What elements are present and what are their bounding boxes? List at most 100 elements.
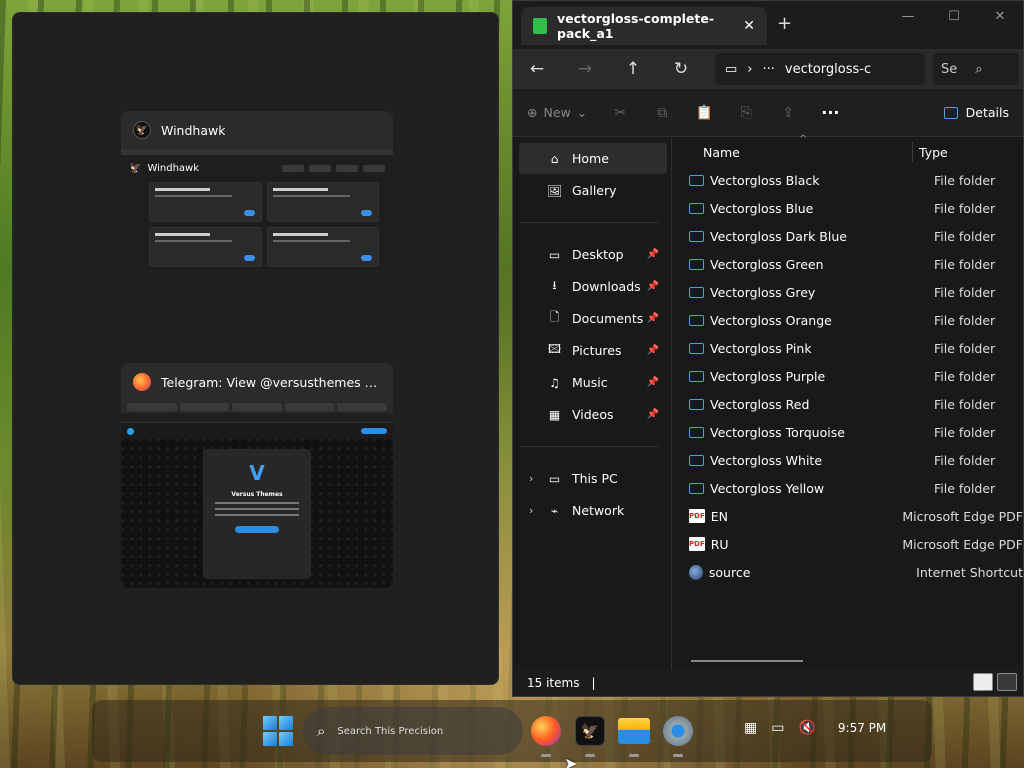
pin-icon: 📌 [646, 409, 659, 420]
file-row[interactable]: Vectorgloss Green File folder [689, 250, 1023, 278]
new-button[interactable]: ⊕ New ⌄ [527, 105, 587, 120]
file-explorer-icon [618, 718, 650, 744]
sidebar-item-this-pc[interactable]: › ▭ This PC [519, 463, 667, 494]
search-icon: ⌕ [317, 722, 326, 740]
sidebar-item-gallery[interactable]: 🖼 Gallery [519, 175, 667, 206]
taskbar-windhawk[interactable]: 🦅 [572, 713, 608, 757]
file-name: Vectorgloss Blue [710, 200, 814, 216]
sidebar-divider [521, 446, 659, 447]
network-icon: ⌁ [550, 503, 559, 518]
tiles-view-button[interactable] [997, 673, 1017, 691]
refresh-button[interactable]: ↻ [657, 59, 705, 79]
paste-icon[interactable]: 📋 [695, 105, 713, 121]
file-row[interactable]: Vectorgloss Black File folder [689, 166, 1023, 194]
file-explorer-window: vectorgloss-complete-pack_a1 ✕ + — ☐ ✕ ←… [512, 0, 1024, 697]
sidebar-item-label: Music [572, 375, 608, 390]
document-icon: 🗋 [549, 310, 560, 324]
preview-channel-name: Versus Themes [231, 491, 283, 498]
sidebar-item-network[interactable]: › ⌁ Network [519, 495, 667, 526]
file-row[interactable]: Vectorgloss White File folder [689, 446, 1023, 474]
search-box[interactable]: Se ⌕ [933, 53, 1019, 85]
back-button[interactable]: ← [513, 59, 561, 79]
sidebar-item-documents[interactable]: 🗋 Documents 📌 [519, 303, 667, 334]
minimize-button[interactable]: — [885, 1, 931, 31]
details-view-button[interactable] [973, 673, 993, 691]
qr-code-icon[interactable]: ▦ [744, 720, 757, 736]
preview-logo-icon: 🦅 [129, 163, 142, 174]
taskbar-file-explorer[interactable] [616, 713, 652, 757]
more-options-button[interactable]: ··· [821, 103, 839, 122]
explorer-tab[interactable]: vectorgloss-complete-pack_a1 ✕ [521, 7, 767, 45]
file-row[interactable]: Vectorgloss Grey File folder [689, 278, 1023, 306]
share-icon[interactable]: ⇪ [779, 105, 797, 121]
details-pane-icon [943, 106, 958, 119]
preview-text-line [215, 508, 299, 510]
sort-ascending-icon: ^ [799, 134, 808, 145]
file-row[interactable]: Vectorgloss Orange File folder [689, 306, 1023, 334]
settings-icon [663, 716, 693, 746]
taskbar-firefox[interactable] [528, 713, 564, 757]
rename-icon[interactable]: ⎘ [737, 105, 755, 121]
column-header-name[interactable]: Name [703, 145, 740, 160]
file-row[interactable]: PDF RU Microsoft Edge PDF [689, 530, 1023, 558]
plus-circle-icon: ⊕ [527, 105, 538, 120]
file-row[interactable]: source Internet Shortcut [689, 558, 1023, 586]
new-label: New [543, 105, 571, 120]
preview-browser-tabs [121, 401, 393, 413]
cut-icon[interactable]: ✂ [611, 105, 629, 121]
sidebar-item-pictures[interactable]: 🖾 Pictures 📌 [519, 335, 667, 366]
file-type: File folder [934, 396, 996, 412]
pin-icon: 📌 [646, 345, 659, 356]
chevron-right-icon[interactable]: › [529, 472, 533, 485]
clock[interactable]: 9:57 PM [838, 721, 886, 735]
forward-button[interactable]: → [561, 59, 609, 79]
maximize-button[interactable]: ☐ [931, 1, 977, 31]
column-divider[interactable] [912, 142, 913, 162]
volume-muted-icon[interactable]: 🔇 [798, 720, 815, 736]
column-header-row: ^ Name Type [673, 134, 1023, 166]
sidebar-item-videos[interactable]: ▦ Videos 📌 [519, 399, 667, 430]
file-row[interactable]: PDF EN Microsoft Edge PDF [689, 502, 1023, 530]
close-tab-icon[interactable]: ✕ [743, 18, 755, 34]
ellipsis-icon[interactable]: ··· [763, 62, 775, 77]
address-bar[interactable]: ▭ › ··· vectorgloss-c [715, 53, 925, 85]
taskbar-search-box[interactable]: ⌕ Search This Precision [303, 707, 523, 755]
folder-icon [689, 202, 704, 214]
details-pane-button[interactable]: Details [943, 105, 1009, 120]
display-icon[interactable]: ▭ [771, 720, 784, 736]
new-tab-button[interactable]: + [777, 13, 792, 34]
file-row[interactable]: Vectorgloss Purple File folder [689, 362, 1023, 390]
close-window-button[interactable]: ✕ [977, 1, 1023, 31]
taskbar-settings[interactable] [660, 713, 696, 757]
file-type: Internet Shortcut [916, 564, 1023, 580]
column-header-type[interactable]: Type [919, 145, 948, 160]
copy-icon[interactable]: ⧉ [653, 105, 671, 121]
details-label: Details [965, 105, 1009, 120]
file-type: Microsoft Edge PDF [902, 508, 1023, 524]
sidebar-item-music[interactable]: ♫ Music 📌 [519, 367, 667, 398]
explorer-content: ⌂ Home 🖼 Gallery ▭ Desktop 📌 ⭳ Downloads… [513, 134, 1023, 670]
sidebar-item-home[interactable]: ⌂ Home [519, 143, 667, 174]
internet-shortcut-icon [689, 564, 703, 580]
file-row[interactable]: Vectorgloss Red File folder [689, 390, 1023, 418]
file-row[interactable]: Vectorgloss Torquoise File folder [689, 418, 1023, 446]
windhawk-thumbnail[interactable]: 🦅 Windhawk 🦅 Windhawk [121, 111, 393, 269]
chevron-down-icon: ⌄ [576, 105, 588, 120]
start-button[interactable] [263, 716, 293, 746]
file-row[interactable]: Vectorgloss Yellow File folder [689, 474, 1023, 502]
file-row[interactable]: Vectorgloss Dark Blue File folder [689, 222, 1023, 250]
file-name: Vectorgloss Red [710, 396, 810, 412]
file-row[interactable]: Vectorgloss Pink File folder [689, 334, 1023, 362]
file-row[interactable]: Vectorgloss Blue File folder [689, 194, 1023, 222]
up-button[interactable]: ↑ [609, 59, 657, 79]
sidebar-item-downloads[interactable]: ⭳ Downloads 📌 [519, 271, 667, 302]
sidebar-item-desktop[interactable]: ▭ Desktop 📌 [519, 239, 667, 270]
telegram-firefox-thumbnail[interactable]: Telegram: View @versusthemes — Mozi... V… [121, 363, 393, 588]
horizontal-scrollbar[interactable] [691, 660, 803, 662]
sidebar-item-label: Documents [572, 311, 644, 326]
search-placeholder: Se [941, 61, 958, 77]
folder-icon [689, 258, 704, 270]
file-name: EN [710, 508, 728, 524]
file-type: File folder [934, 256, 996, 272]
chevron-right-icon[interactable]: › [529, 504, 533, 517]
